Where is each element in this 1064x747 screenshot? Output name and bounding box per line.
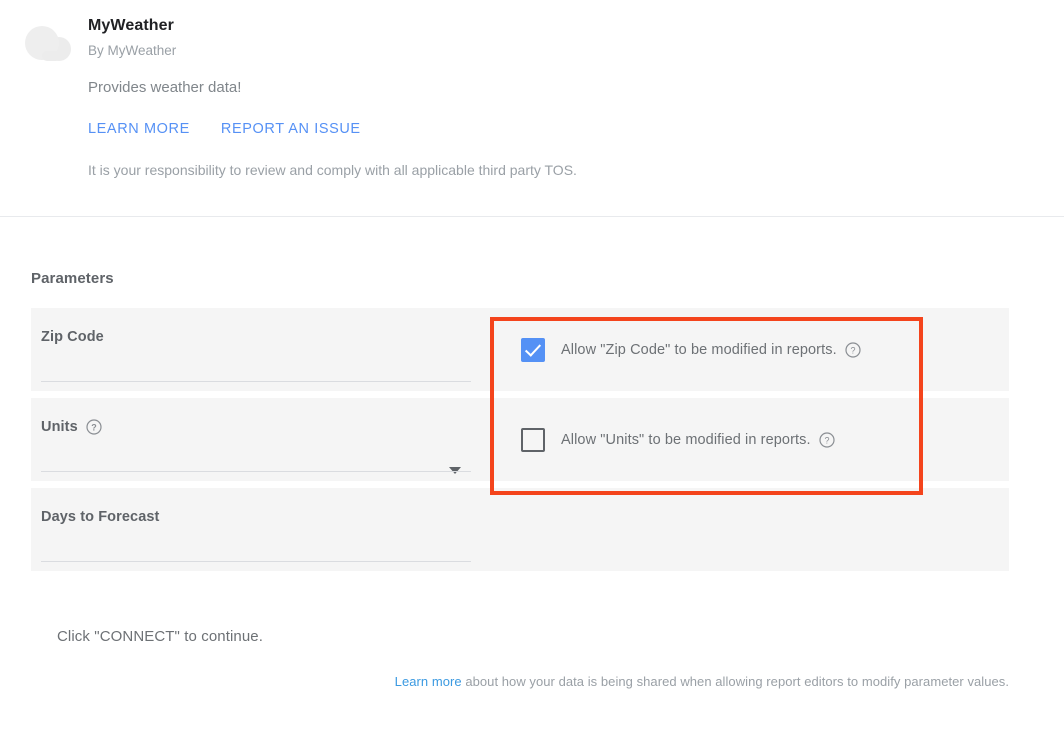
connector-disclaimer: It is your responsibility to review and … [88, 160, 988, 180]
svg-text:?: ? [824, 435, 829, 445]
svg-text:?: ? [91, 423, 97, 433]
share-note: Learn more about how your data is being … [395, 674, 1009, 689]
allow-zip-code-modified-checkbox[interactable] [521, 338, 545, 362]
learn-more-share-link[interactable]: Learn more [395, 674, 462, 689]
parameter-label: Units ? [41, 419, 102, 435]
report-an-issue-link[interactable]: REPORT AN ISSUE [221, 121, 361, 137]
help-circle-icon[interactable]: ? [819, 432, 835, 448]
help-circle-icon[interactable]: ? [86, 419, 102, 435]
units-select[interactable] [41, 471, 471, 472]
connector-info: MyWeather By MyWeather Provides weather … [88, 15, 988, 180]
parameter-label: Days to Forecast [41, 509, 159, 525]
connect-hint: Click "CONNECT" to continue. [57, 628, 263, 645]
share-note-text: about how your data is being shared when… [462, 674, 1009, 689]
parameter-label-text: Zip Code [41, 329, 104, 345]
days-to-forecast-input[interactable] [41, 561, 471, 562]
parameter-field-zip-code: Zip Code [31, 308, 481, 391]
parameter-option-days-to-forecast [492, 488, 1009, 571]
help-circle-icon[interactable]: ? [845, 342, 861, 358]
parameter-rows: Zip Code Allow "Zip Code" to be modified… [31, 308, 1009, 578]
parameter-row-units: Units ? Allow "Units" to be modified in … [31, 398, 1009, 481]
connector-links: LEARN MORE REPORT AN ISSUE [88, 121, 988, 137]
allow-units-modified-checkbox-row[interactable]: Allow "Units" to be modified in reports.… [492, 428, 835, 452]
cloud-icon [22, 22, 74, 66]
allow-units-modified-label: Allow "Units" to be modified in reports. [561, 432, 811, 448]
parameter-field-days-to-forecast: Days to Forecast [31, 488, 481, 571]
learn-more-link[interactable]: LEARN MORE [88, 121, 190, 137]
allow-zip-code-modified-checkbox-row[interactable]: Allow "Zip Code" to be modified in repor… [492, 338, 861, 362]
parameter-row-days-to-forecast: Days to Forecast [31, 488, 1009, 571]
parameter-label-text: Units [41, 419, 78, 435]
svg-text:?: ? [850, 345, 855, 355]
zip-code-input[interactable] [41, 381, 471, 382]
parameters-title: Parameters [31, 270, 114, 287]
parameter-field-units: Units ? [31, 398, 481, 481]
parameter-label: Zip Code [41, 329, 104, 345]
connector-description: Provides weather data! [88, 77, 988, 99]
allow-units-modified-checkbox[interactable] [521, 428, 545, 452]
connector-header: MyWeather By MyWeather Provides weather … [0, 0, 1064, 217]
parameter-row-zip-code: Zip Code Allow "Zip Code" to be modified… [31, 308, 1009, 391]
connector-author: By MyWeather [88, 41, 988, 61]
parameter-option-units: Allow "Units" to be modified in reports.… [492, 398, 1009, 481]
connector-name: MyWeather [88, 15, 988, 37]
parameter-label-text: Days to Forecast [41, 509, 159, 525]
allow-zip-code-modified-label: Allow "Zip Code" to be modified in repor… [561, 342, 837, 358]
parameter-option-zip-code: Allow "Zip Code" to be modified in repor… [492, 308, 1009, 391]
